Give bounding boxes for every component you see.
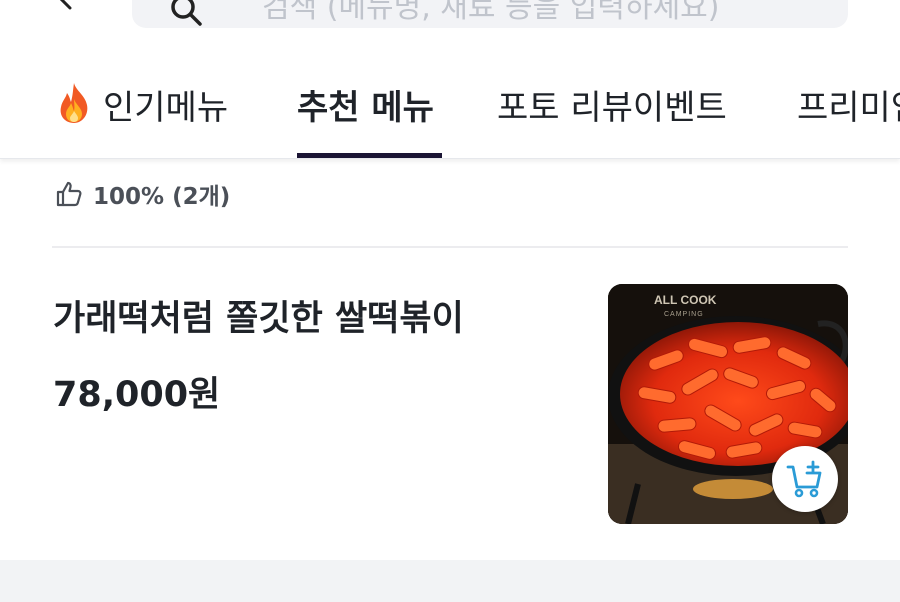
app-screen: 검색 (메뉴명, 재료 등을 입력하세요) 인기메뉴 추천 메뉴 포토 리뷰이벤… xyxy=(0,0,900,602)
tab-popular-menu[interactable]: 인기메뉴 xyxy=(55,80,229,158)
divider xyxy=(52,246,848,248)
menu-tabs: 인기메뉴 추천 메뉴 포토 리뷰이벤트 프리미엄 xyxy=(0,60,900,159)
top-bar: 검색 (메뉴명, 재료 등을 입력하세요) xyxy=(0,0,900,40)
product-price: 78,000원 xyxy=(53,375,221,415)
add-to-cart-icon xyxy=(786,460,822,498)
tab-label: 포토 리뷰이벤트 xyxy=(497,88,727,128)
active-tab-indicator xyxy=(297,153,442,158)
rating-text: 100% (2개) xyxy=(93,184,231,210)
search-input[interactable]: 검색 (메뉴명, 재료 등을 입력하세요) xyxy=(132,0,848,28)
section-separator xyxy=(0,560,900,602)
image-brand-text: ALL COOK xyxy=(654,293,717,307)
tab-label: 추천 메뉴 xyxy=(297,88,434,128)
search-icon xyxy=(171,0,202,26)
product-name[interactable]: 가래떡처럼 쫄깃한 쌀떡볶이 xyxy=(53,290,464,341)
back-arrow-icon[interactable] xyxy=(52,0,80,12)
thumbs-up-icon xyxy=(56,181,82,207)
tab-label: 인기메뉴 xyxy=(103,88,229,128)
search-placeholder: 검색 (메뉴명, 재료 등을 입력하세요) xyxy=(262,0,720,22)
image-sub-text: CAMPING xyxy=(664,311,704,318)
tab-recommended-menu[interactable]: 추천 메뉴 xyxy=(297,80,442,158)
add-to-cart-button[interactable] xyxy=(772,446,838,512)
tab-premium[interactable]: 프리미엄 xyxy=(797,80,900,158)
tab-label: 프리미엄 xyxy=(797,88,900,128)
tab-photo-review-event[interactable]: 포토 리뷰이벤트 xyxy=(497,80,727,158)
fire-icon xyxy=(60,83,88,123)
recommend-rating: 100% (2개) xyxy=(55,176,230,212)
